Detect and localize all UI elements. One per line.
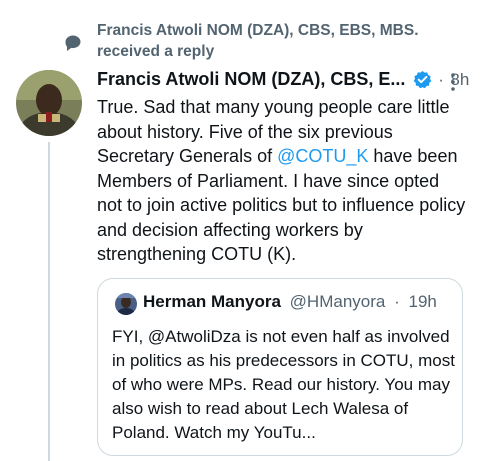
quoted-avatar-photo xyxy=(115,293,137,315)
quoted-author-avatar[interactable] xyxy=(115,293,137,315)
author-avatar[interactable] xyxy=(16,70,82,136)
quoted-tweet-card[interactable]: Herman Manyora @HManyora · 19h FYI, @Atw… xyxy=(97,278,463,456)
quoted-tweet-time[interactable]: 19h xyxy=(409,292,437,311)
tweet-text: True. Sad that many young people care li… xyxy=(97,95,469,267)
quoted-separator-dot: · xyxy=(394,292,400,311)
quoted-author-name[interactable]: Herman Manyora xyxy=(143,292,281,311)
thread-line xyxy=(48,142,50,461)
reply-context-text[interactable]: Francis Atwoli NOM (DZA), CBS, EBS, MBS.… xyxy=(97,20,477,62)
quoted-tweet-text: FYI, @AtwoliDza is not even half as invo… xyxy=(112,327,455,442)
author-name[interactable]: Francis Atwoli NOM (DZA), CBS, E... xyxy=(97,69,405,89)
mention-link[interactable]: @COTU_K xyxy=(277,146,368,166)
verified-badge-icon xyxy=(413,70,432,89)
tweet-header: Francis Atwoli NOM (DZA), CBS, E... · 8h xyxy=(97,69,469,93)
reply-context: Francis Atwoli NOM (DZA), CBS, EBS, MBS.… xyxy=(0,14,480,66)
reply-bubble-icon xyxy=(65,35,81,51)
avatar-photo xyxy=(16,70,82,136)
more-options-icon[interactable] xyxy=(443,71,463,93)
quoted-tweet-header: Herman Manyora @HManyora · 19h xyxy=(143,292,437,312)
quoted-author-handle[interactable]: @HManyora xyxy=(290,292,386,311)
